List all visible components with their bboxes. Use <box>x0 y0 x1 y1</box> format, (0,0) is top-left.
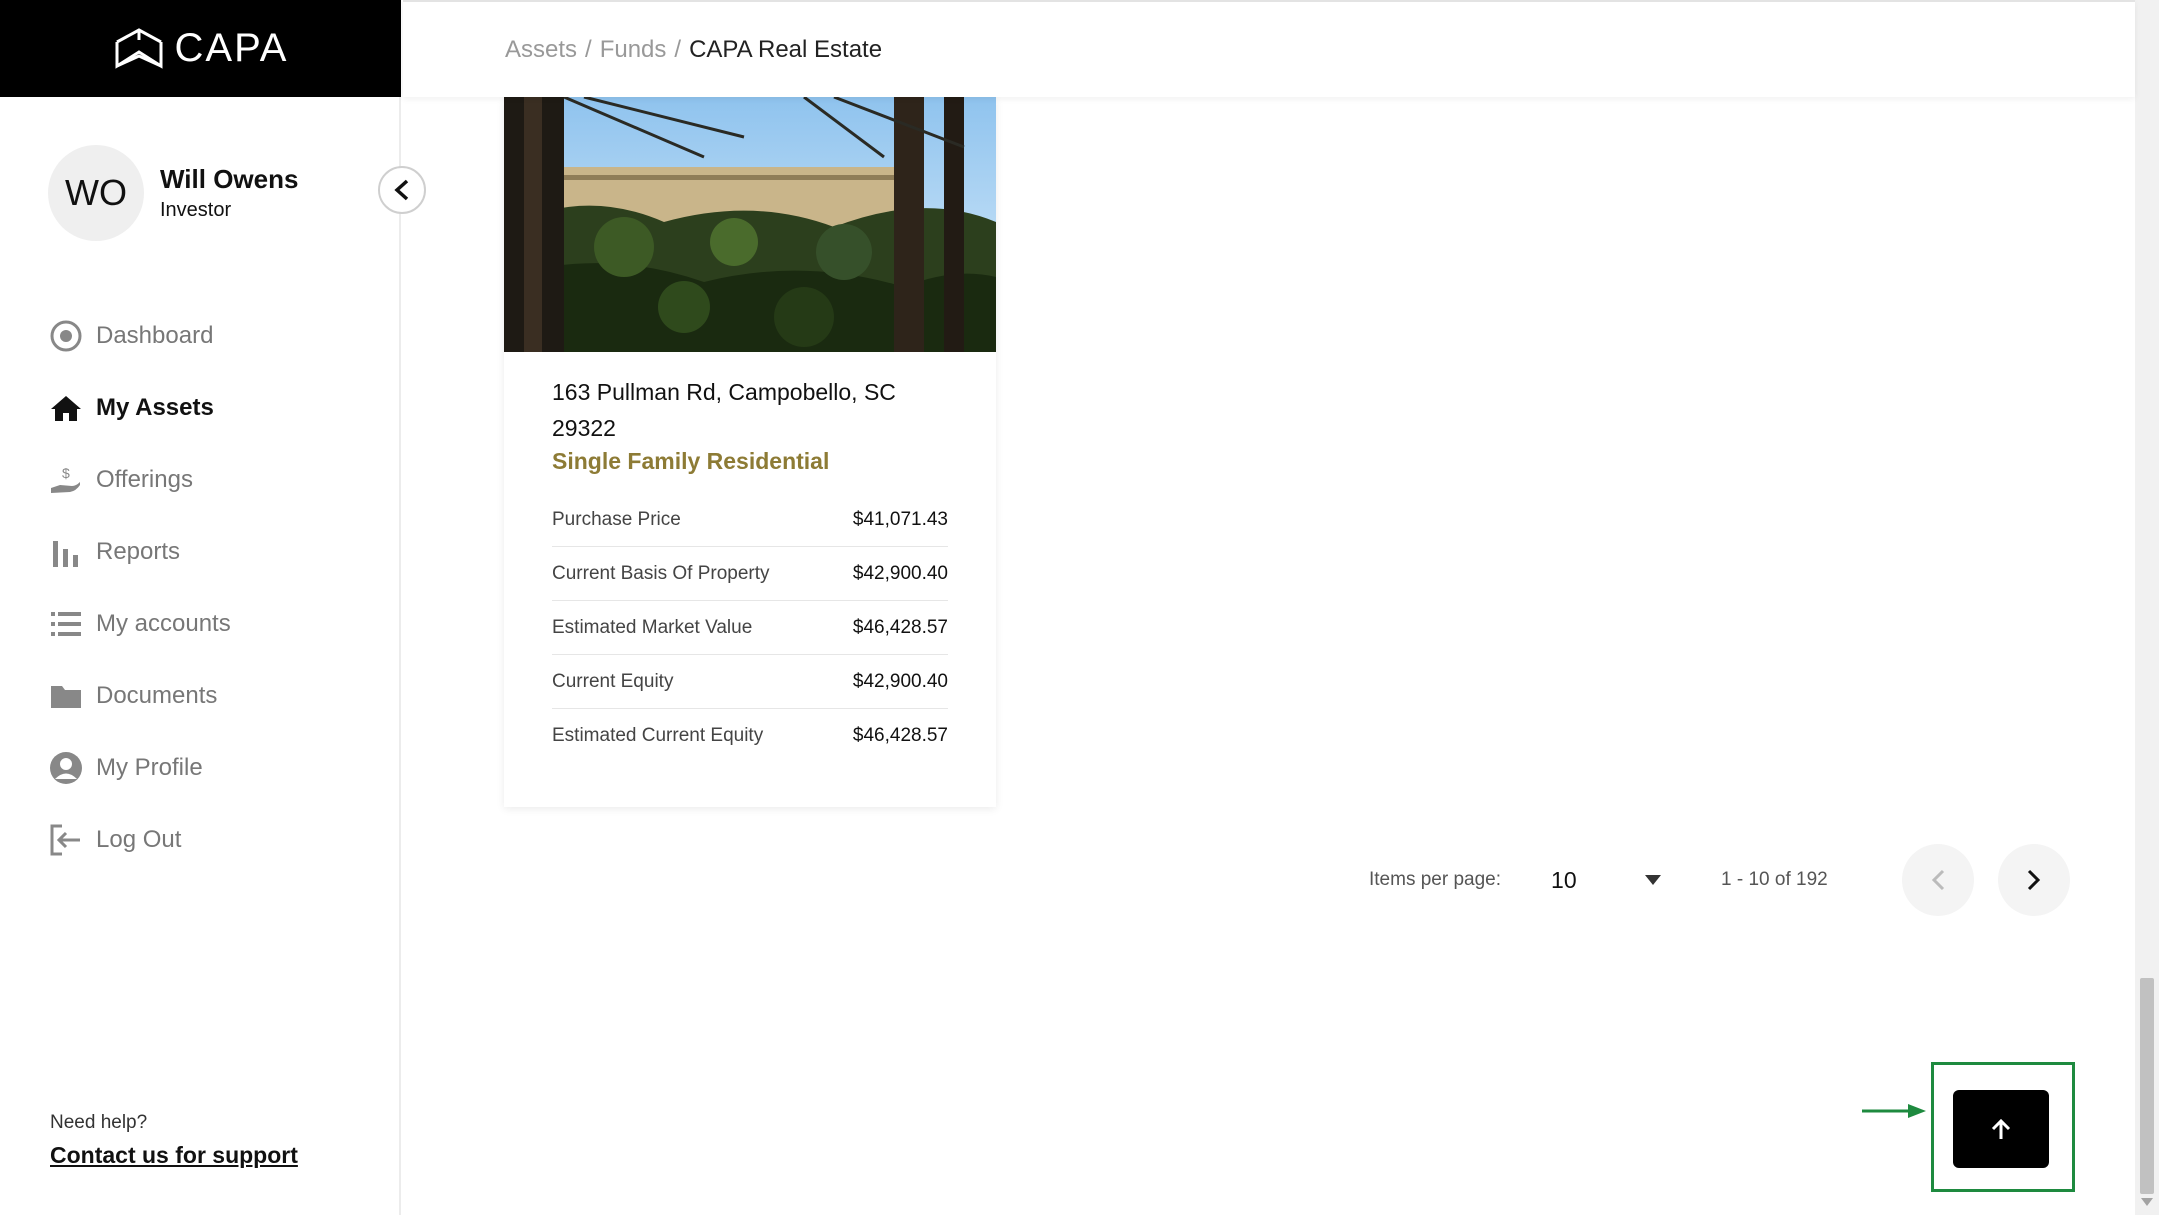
financial-row: Estimated Current Equity $46,428.57 <box>552 709 948 763</box>
financial-row: Current Basis Of Property $42,900.40 <box>552 547 948 601</box>
sidebar-item-label: Documents <box>96 682 218 709</box>
list-icon <box>48 606 84 642</box>
sidebar-item-label: My Assets <box>96 394 214 421</box>
financial-row: Current Equity $42,900.40 <box>552 655 948 709</box>
home-icon <box>48 390 84 426</box>
breadcrumb-assets[interactable]: Assets <box>505 36 577 63</box>
row-value: $41,071.43 <box>852 508 948 530</box>
asset-card[interactable]: 163 Pullman Rd, Campobello, SC 29322 Sin… <box>504 97 996 807</box>
asset-address: 163 Pullman Rd, Campobello, SC 29322 <box>552 379 896 441</box>
contact-support-link[interactable]: Contact us for support <box>50 1142 298 1169</box>
row-value: $42,900.40 <box>852 562 948 584</box>
caret-down-icon <box>1645 875 1662 885</box>
user-icon <box>48 750 84 786</box>
asset-financials: Purchase Price $41,071.43 Current Basis O… <box>552 493 948 763</box>
sidebar-item-label: Log Out <box>96 826 182 853</box>
paginator: Items per page: 10 1 - 10 of 192 <box>1369 844 2070 916</box>
items-per-page-label: Items per page: <box>1369 869 1502 890</box>
breadcrumb-funds[interactable]: Funds <box>600 36 667 63</box>
sidebar-item-dashboard[interactable]: Dashboard <box>48 300 231 372</box>
breadcrumb-separator: / <box>674 36 682 63</box>
sidebar: CAPA WO Will Owens Investor Dashboard My… <box>0 0 401 1215</box>
row-label: Purchase Price <box>552 508 681 530</box>
brand-name: CAPA <box>174 26 289 70</box>
chevron-left-icon <box>394 179 409 201</box>
items-per-page-select[interactable]: 10 <box>1551 866 1662 894</box>
breadcrumb-separator: / <box>585 36 592 63</box>
breadcrumb: Assets / Funds / CAPA Real Estate <box>505 36 882 64</box>
financial-row: Purchase Price $41,071.43 <box>552 493 948 547</box>
brand-logo[interactable]: CAPA <box>0 0 401 97</box>
sidebar-item-label: Offerings <box>96 466 193 493</box>
offerings-icon: $ <box>48 462 84 498</box>
help-section: Need help? Contact us for support <box>50 1112 298 1169</box>
row-label: Estimated Market Value <box>552 616 753 638</box>
sidebar-item-my-assets[interactable]: My Assets <box>48 372 231 444</box>
capa-logo-icon <box>115 27 163 69</box>
page-range: 1 - 10 of 192 <box>1721 869 1828 890</box>
row-value: $46,428.57 <box>852 725 948 746</box>
sidebar-item-label: My accounts <box>96 610 231 637</box>
sidebar-item-reports[interactable]: Reports <box>48 516 231 588</box>
bar-chart-icon <box>48 534 84 570</box>
user-role: Investor <box>160 199 232 221</box>
asset-type: Single Family Residential <box>552 448 830 474</box>
user-profile: WO Will Owens Investor <box>48 145 298 241</box>
row-label: Current Basis Of Property <box>552 562 770 584</box>
svg-text:$: $ <box>62 465 70 481</box>
page-scrollbar[interactable] <box>2135 0 2159 1215</box>
chevron-right-icon <box>2027 869 2040 891</box>
top-header: Assets / Funds / CAPA Real Estate <box>403 0 2135 97</box>
avatar: WO <box>48 145 144 241</box>
chevron-left-icon <box>1931 869 1944 891</box>
sidebar-item-my-accounts[interactable]: My accounts <box>48 588 231 660</box>
financial-row: Estimated Market Value $46,428.57 <box>552 601 948 655</box>
previous-page-button[interactable] <box>1901 844 1974 916</box>
sidebar-item-label: Dashboard <box>96 322 214 349</box>
sidebar-item-log-out[interactable]: Log Out <box>48 804 231 876</box>
row-value: $42,900.40 <box>852 670 948 692</box>
property-photo <box>504 97 996 352</box>
sidebar-item-label: Reports <box>96 538 181 565</box>
arrow-up-icon <box>1991 1118 2011 1139</box>
sidebar-item-documents[interactable]: Documents <box>48 660 231 732</box>
sidebar-item-offerings[interactable]: $ Offerings <box>48 444 231 516</box>
user-name: Will Owens <box>160 164 299 194</box>
sidebar-nav: Dashboard My Assets $ Offerings Reports … <box>48 300 231 876</box>
next-page-button[interactable] <box>1997 844 2070 916</box>
row-label: Current Equity <box>552 670 674 692</box>
collapse-sidebar-button[interactable] <box>378 166 426 214</box>
row-value: $46,428.57 <box>852 616 948 638</box>
scrollbar-thumb[interactable] <box>2140 978 2154 1194</box>
items-per-page-value: 10 <box>1551 866 1577 893</box>
sidebar-item-my-profile[interactable]: My Profile <box>48 732 231 804</box>
sidebar-item-label: My Profile <box>96 754 203 781</box>
dashboard-icon <box>48 318 84 354</box>
breadcrumb-current: CAPA Real Estate <box>689 36 883 63</box>
help-label: Need help? <box>50 1112 148 1133</box>
folder-icon <box>48 678 84 714</box>
annotation-arrow-icon <box>1862 1104 1926 1118</box>
scroll-to-top-button[interactable] <box>1953 1090 2049 1168</box>
logout-icon <box>48 822 84 858</box>
row-label: Estimated Current Equity <box>552 725 764 746</box>
scroll-down-arrow[interactable] <box>2141 1198 2153 1206</box>
